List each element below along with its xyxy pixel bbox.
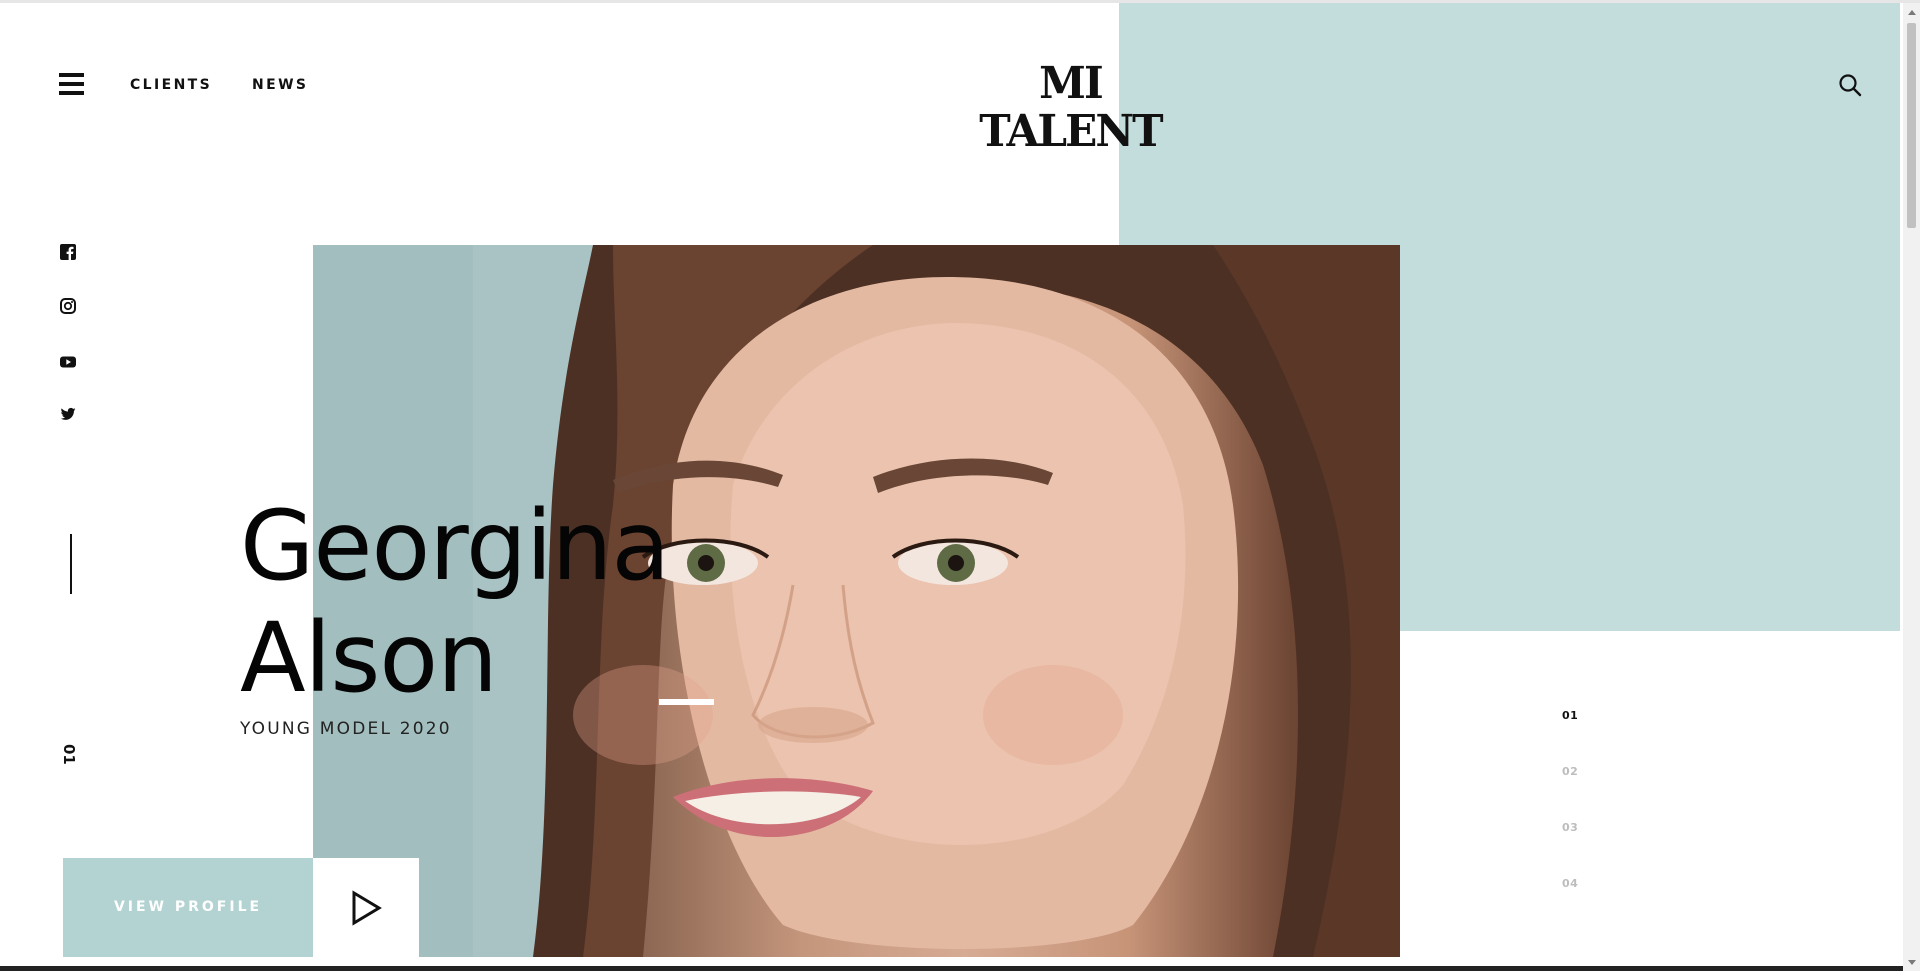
model-name: Georgina Alson xyxy=(240,490,670,714)
play-button[interactable] xyxy=(313,858,419,957)
current-slide-number: 01 xyxy=(60,744,78,765)
youtube-icon[interactable] xyxy=(60,354,76,370)
model-last-name: Alson xyxy=(240,602,498,714)
scrollbar-thumb[interactable] xyxy=(1907,23,1916,228)
slide-indicator-03[interactable]: 03 xyxy=(1562,821,1578,834)
slide-progress-line xyxy=(70,534,72,594)
window-bottom-edge xyxy=(0,966,1903,971)
model-first-name: Georgina xyxy=(240,490,670,602)
instagram-icon[interactable] xyxy=(60,298,76,314)
nav-clients-link[interactable]: CLIENTS xyxy=(130,77,212,93)
hamburger-menu-icon[interactable] xyxy=(59,73,84,95)
scroll-down-arrow-icon[interactable] xyxy=(1908,960,1916,965)
nav-news-link[interactable]: NEWS xyxy=(252,77,308,93)
slide-indicator-02[interactable]: 02 xyxy=(1562,765,1578,778)
twitter-icon[interactable] xyxy=(60,406,76,422)
model-subtitle: YOUNG MODEL 2020 xyxy=(240,719,452,739)
page-scrollbar[interactable] xyxy=(1903,3,1920,971)
site-logo[interactable]: MI TALENT xyxy=(962,60,1179,156)
view-profile-button[interactable]: VIEW PROFILE xyxy=(63,858,313,957)
search-icon[interactable] xyxy=(1838,73,1862,97)
slide-indicator-01[interactable]: 01 xyxy=(1562,709,1578,722)
slide-indicator-04[interactable]: 04 xyxy=(1562,877,1578,890)
facebook-icon[interactable] xyxy=(60,244,76,260)
scroll-up-arrow-icon[interactable] xyxy=(1908,10,1916,15)
play-icon xyxy=(352,890,382,926)
